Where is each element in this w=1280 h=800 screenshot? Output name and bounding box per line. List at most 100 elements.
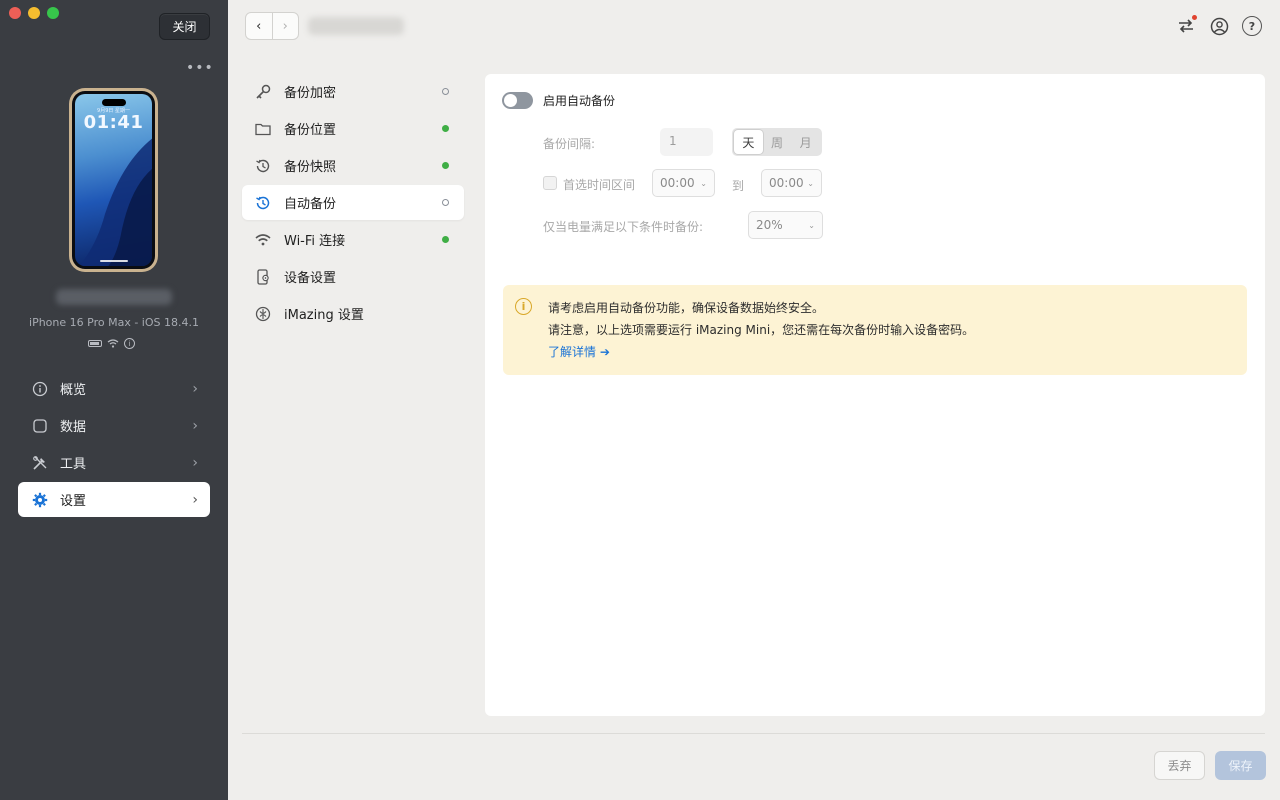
status-off-indicator (442, 88, 449, 95)
settings-item-device-settings[interactable]: 设备设置 (242, 259, 464, 294)
chevron-right-icon: › (192, 417, 198, 434)
more-options-icon[interactable]: ••• (186, 60, 214, 76)
unit-week-segment[interactable]: 周 (763, 130, 792, 154)
nav-item-tools[interactable]: 工具 › (18, 445, 210, 480)
settings-item-label: Wi-Fi 连接 (284, 234, 346, 249)
chevron-down-icon: ⌄ (807, 178, 814, 188)
battery-level-value: 20% (756, 218, 783, 232)
time-to-value: 00:00 (769, 176, 804, 190)
device-nav: 概览 › 数据 › 工具 › 设置 › (18, 371, 210, 519)
toolbar: ‹ › ? (228, 0, 1280, 56)
time-to-select[interactable]: 00:00 ⌄ (761, 169, 822, 197)
settings-item-imazing[interactable]: iMazing 设置 (242, 296, 464, 331)
settings-item-label: 备份加密 (284, 86, 337, 101)
window-controls (9, 7, 59, 19)
preferred-time-label: 首选时间区间 (563, 178, 636, 192)
nav-item-label: 设置 (60, 494, 87, 509)
clock-icon (254, 195, 272, 211)
wifi-icon (254, 233, 272, 246)
footer-divider (242, 733, 1265, 734)
preferred-time-checkbox[interactable] (543, 176, 557, 190)
window-zoom-dot[interactable] (47, 7, 59, 19)
time-from-select[interactable]: 00:00 ⌄ (652, 169, 715, 197)
auto-backup-toggle[interactable] (502, 92, 533, 109)
info-icon (30, 381, 50, 397)
wallpaper-wave (79, 138, 152, 266)
history-icon (254, 158, 272, 174)
settings-item-label: iMazing 设置 (284, 308, 364, 323)
settings-item-auto-backup[interactable]: 自动备份 (242, 185, 464, 220)
settings-item-label: 设备设置 (284, 271, 337, 286)
interval-label: 备份间隔: (543, 137, 596, 151)
imazing-icon (254, 306, 272, 322)
status-on-indicator (442, 162, 449, 169)
save-button[interactable]: 保存 (1215, 751, 1266, 780)
help-icon[interactable]: ? (1242, 16, 1262, 36)
auto-backup-panel: 启用自动备份 备份间隔: 1 天 周 月 首选时间区间 00:00 ⌄ 到 00… (485, 74, 1265, 716)
nav-item-data[interactable]: 数据 › (18, 408, 210, 443)
settings-item-label: 自动备份 (284, 197, 337, 212)
warning-icon: i (515, 298, 532, 315)
folder-icon (254, 122, 272, 136)
notice-text-secondary: 请注意，以上选项需要运行 iMazing Mini，您还需在每次备份时输入设备密… (548, 323, 975, 337)
transfer-icon[interactable] (1176, 15, 1197, 36)
settings-item-backup-encryption[interactable]: 备份加密 (242, 74, 464, 109)
to-label: 到 (732, 179, 745, 193)
notification-dot (1192, 15, 1197, 20)
unit-day-segment[interactable]: 天 (734, 130, 763, 154)
toolbar-icons: ? (1176, 15, 1262, 36)
device-settings-icon (254, 268, 272, 285)
chevron-down-icon: ⌄ (808, 220, 815, 230)
device-status-icons: i (88, 338, 135, 349)
status-on-indicator (442, 236, 449, 243)
settings-item-wifi[interactable]: Wi-Fi 连接 (242, 222, 464, 257)
nav-item-overview[interactable]: 概览 › (18, 371, 210, 406)
battery-icon (88, 340, 102, 347)
discard-button[interactable]: 丢弃 (1154, 751, 1205, 780)
settings-item-backup-snapshots[interactable]: 备份快照 (242, 148, 464, 183)
device-name-blurred (56, 289, 172, 305)
account-icon[interactable] (1209, 16, 1229, 36)
device-image: 9月9日 星期一 01:41 (69, 88, 158, 272)
notice-text: 请考虑启用自动备份功能，确保设备数据始终安全。 (548, 301, 825, 315)
battery-condition-label: 仅当电量满足以下条件时备份: (543, 220, 704, 234)
square-icon (30, 418, 50, 434)
chevron-right-icon: › (192, 454, 198, 471)
device-title-blurred (308, 17, 404, 35)
history-nav: ‹ › (245, 12, 299, 40)
nav-item-settings[interactable]: 设置 › (18, 482, 210, 517)
status-on-indicator (442, 125, 449, 132)
chevron-right-icon: › (192, 380, 198, 397)
status-off-indicator (442, 199, 449, 206)
nav-item-label: 工具 (60, 457, 87, 472)
learn-more-link[interactable]: 了解详情 ➔ (548, 343, 610, 360)
device-sidebar: 关闭 ••• 9月9日 星期一 01:41 iPhone 16 Pro Max … (0, 0, 228, 800)
time-from-value: 00:00 (660, 176, 695, 190)
window-close-dot[interactable] (9, 7, 21, 19)
chevron-right-icon: › (192, 491, 198, 508)
notice-banner: i 请考虑启用自动备份功能，确保设备数据始终安全。 请注意，以上选项需要运行 i… (503, 285, 1247, 375)
tools-icon (30, 455, 50, 471)
key-icon (254, 84, 272, 100)
settings-list: 备份加密 备份位置 备份快照 自动备份 Wi-Fi 连接 设备设置 iMazin… (242, 74, 464, 333)
battery-level-select[interactable]: 20% ⌄ (748, 211, 823, 239)
gear-icon (30, 492, 50, 508)
close-button[interactable]: 关闭 (159, 13, 210, 40)
nav-item-label: 概览 (60, 383, 87, 398)
forward-button[interactable]: › (271, 13, 299, 39)
auto-backup-toggle-label: 启用自动备份 (543, 94, 616, 108)
device-info-icon[interactable]: i (124, 338, 135, 349)
settings-item-backup-location[interactable]: 备份位置 (242, 111, 464, 146)
chevron-down-icon: ⌄ (700, 178, 707, 188)
back-button[interactable]: ‹ (246, 13, 272, 39)
auto-backup-toggle-row: 启用自动备份 (502, 92, 615, 109)
device-model: iPhone 16 Pro Max - iOS 18.4.1 (29, 316, 199, 329)
settings-item-label: 备份位置 (284, 123, 337, 138)
interval-input[interactable]: 1 (660, 128, 713, 156)
wifi-status-icon (107, 339, 119, 348)
settings-item-label: 备份快照 (284, 160, 337, 175)
window-minimize-dot[interactable] (28, 7, 40, 19)
nav-item-label: 数据 (60, 420, 87, 435)
interval-unit-segmented: 天 周 月 (732, 128, 822, 156)
unit-month-segment[interactable]: 月 (791, 130, 820, 154)
